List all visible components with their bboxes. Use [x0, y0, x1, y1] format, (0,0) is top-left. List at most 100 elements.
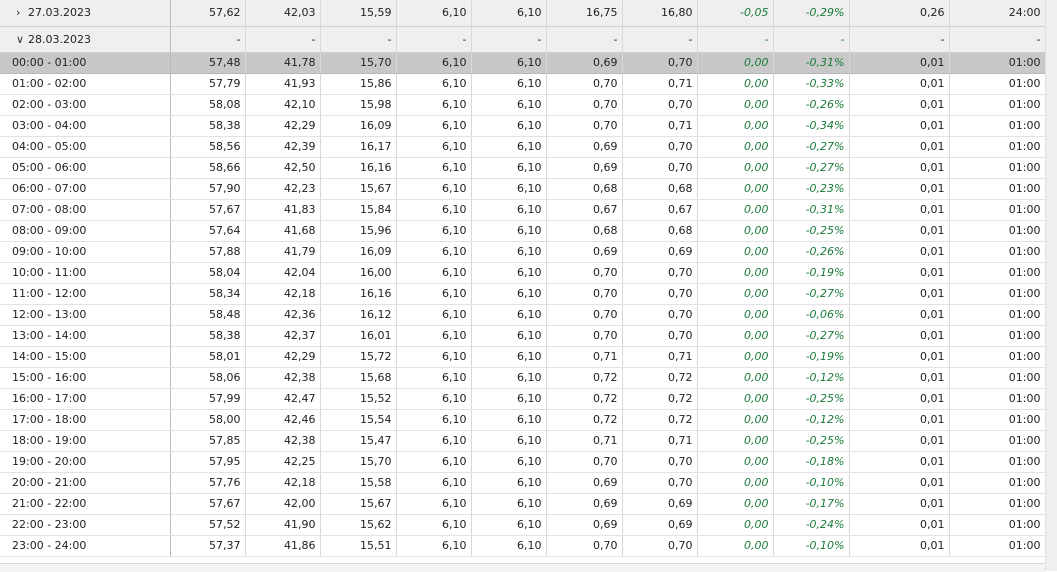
- table-row[interactable]: 21:00 - 22:00 57,67 42,00 15,67 6,10 6,10 0,69…: [0, 493, 1046, 515]
- table-row[interactable]: 03:00 - 04:00 58,38 42,29 16,09 6,10 6,10 0,70…: [0, 115, 1046, 137]
- date-group-row[interactable]: ∨ 28.03.2023- - - - - - - - - - -: [0, 26, 1046, 53]
- time-range-cell[interactable]: 22:00 - 23:00: [0, 514, 171, 536]
- value-cell: 0,71: [622, 73, 698, 95]
- table-row[interactable]: 17:00 - 18:00 58,00 42,46 15,54 6,10 6,10 0,72…: [0, 409, 1046, 431]
- row-label: 06:00 - 07:00: [12, 182, 87, 195]
- value-cell: -0,10%: [773, 472, 850, 494]
- value-cell: 0,70: [622, 52, 698, 74]
- value-cell: 15,96: [320, 220, 397, 242]
- time-range-cell[interactable]: 01:00 - 02:00: [0, 73, 171, 95]
- time-range-cell[interactable]: 11:00 - 12:00: [0, 283, 171, 305]
- table-row[interactable]: 14:00 - 15:00 58,01 42,29 15,72 6,10 6,10 0,71…: [0, 346, 1046, 368]
- time-range-cell[interactable]: 02:00 - 03:00: [0, 94, 171, 116]
- table-row[interactable]: 18:00 - 19:00 57,85 42,38 15,47 6,10 6,10 0,71…: [0, 430, 1046, 452]
- value-cell: 15,72: [320, 346, 397, 368]
- time-range-cell[interactable]: 18:00 - 19:00: [0, 430, 171, 452]
- value-cell: 01:00: [949, 388, 1046, 410]
- table-row[interactable]: 15:00 - 16:00 58,06 42,38 15,68 6,10 6,10 0,72…: [0, 367, 1046, 389]
- value-cell: 0,01: [849, 325, 950, 347]
- value-cell: 0,26: [849, 0, 950, 27]
- time-range-cell[interactable]: 13:00 - 14:00: [0, 325, 171, 347]
- time-range-cell[interactable]: 17:00 - 18:00: [0, 409, 171, 431]
- table-row[interactable]: 07:00 - 08:00 57,67 41,83 15,84 6,10 6,10 0,67…: [0, 199, 1046, 221]
- value-cell: 0,00: [697, 409, 774, 431]
- table-row[interactable]: 04:00 - 05:00 58,56 42,39 16,17 6,10 6,10 0,69…: [0, 136, 1046, 158]
- value-cell: 0,00: [697, 73, 774, 95]
- value-cell: -0,29%: [773, 0, 850, 27]
- value-cell: 6,10: [471, 325, 547, 347]
- table-row[interactable]: 00:00 - 01:00 57,48 41,78 15,70 6,10 6,10 0,69…: [0, 52, 1046, 74]
- table-row[interactable]: 08:00 - 09:00 57,64 41,68 15,96 6,10 6,10 0,68…: [0, 220, 1046, 242]
- value-cell: 6,10: [471, 157, 547, 179]
- value-cell: 0,00: [697, 136, 774, 158]
- table-row[interactable]: 22:00 - 23:00 57,52 41,90 15,62 6,10 6,10 0,69…: [0, 514, 1046, 536]
- value-cell: 0,68: [622, 220, 698, 242]
- table-row[interactable]: 05:00 - 06:00 58,66 42,50 16,16 6,10 6,10 0,69…: [0, 157, 1046, 179]
- value-cell: 0,00: [697, 52, 774, 74]
- time-range-cell[interactable]: 05:00 - 06:00: [0, 157, 171, 179]
- table-row[interactable]: 06:00 - 07:00 57,90 42,23 15,67 6,10 6,10 0,68…: [0, 178, 1046, 200]
- value-cell: 6,10: [396, 241, 472, 263]
- date-group-cell[interactable]: ∨ 28.03.2023: [0, 26, 171, 53]
- value-cell: 0,01: [849, 220, 950, 242]
- chevron-right-icon[interactable]: ›: [16, 6, 26, 19]
- value-cell: 16,00: [320, 262, 397, 284]
- time-range-cell[interactable]: 21:00 - 22:00: [0, 493, 171, 515]
- time-range-cell[interactable]: 15:00 - 16:00: [0, 367, 171, 389]
- value-cell: -0,06%: [773, 304, 850, 326]
- table-row[interactable]: 11:00 - 12:00 58,34 42,18 16,16 6,10 6,10 0,70…: [0, 283, 1046, 305]
- table-row[interactable]: 12:00 - 13:00 58,48 42,36 16,12 6,10 6,10 0,70…: [0, 304, 1046, 326]
- table-row[interactable]: 23:00 - 24:00 57,37 41,86 15,51 6,10 6,10 0,70…: [0, 535, 1046, 557]
- value-cell: 42,37: [245, 325, 321, 347]
- value-cell: 0,70: [622, 304, 698, 326]
- date-group-row[interactable]: › 27.03.2023 57,62 42,03 15,59 6,10 6,10 16,75 1…: [0, 0, 1046, 27]
- table-row[interactable]: 01:00 - 02:00 57,79 41,93 15,86 6,10 6,10 0,70…: [0, 73, 1046, 95]
- vertical-scrollbar[interactable]: [1045, 0, 1057, 571]
- chevron-down-icon[interactable]: ∨: [16, 33, 26, 46]
- value-cell: 0,70: [546, 94, 623, 116]
- value-cell: 6,10: [396, 178, 472, 200]
- value-cell: 6,10: [396, 409, 472, 431]
- value-cell: 0,68: [622, 178, 698, 200]
- row-label: 03:00 - 04:00: [12, 119, 87, 132]
- value-cell: 6,10: [396, 451, 472, 473]
- table-row[interactable]: 19:00 - 20:00 57,95 42,25 15,70 6,10 6,10 0,70…: [0, 451, 1046, 473]
- time-range-cell[interactable]: 10:00 - 11:00: [0, 262, 171, 284]
- time-range-cell[interactable]: 06:00 - 07:00: [0, 178, 171, 200]
- time-range-cell[interactable]: 03:00 - 04:00: [0, 115, 171, 137]
- time-range-cell[interactable]: 14:00 - 15:00: [0, 346, 171, 368]
- value-cell: 6,10: [396, 514, 472, 536]
- value-cell: 6,10: [471, 409, 547, 431]
- value-cell: -: [622, 26, 698, 53]
- value-cell: 0,00: [697, 283, 774, 305]
- table-row[interactable]: 02:00 - 03:00 58,08 42,10 15,98 6,10 6,10 0,70…: [0, 94, 1046, 116]
- time-range-cell[interactable]: 08:00 - 09:00: [0, 220, 171, 242]
- value-cell: 0,01: [849, 115, 950, 137]
- table-row[interactable]: 10:00 - 11:00 58,04 42,04 16,00 6,10 6,10 0,70…: [0, 262, 1046, 284]
- table-row[interactable]: 09:00 - 10:00 57,88 41,79 16,09 6,10 6,10 0,69…: [0, 241, 1046, 263]
- value-cell: 01:00: [949, 241, 1046, 263]
- time-range-cell[interactable]: 12:00 - 13:00: [0, 304, 171, 326]
- value-cell: 57,85: [170, 430, 246, 452]
- value-cell: 6,10: [471, 493, 547, 515]
- table-row[interactable]: 13:00 - 14:00 58,38 42,37 16,01 6,10 6,10 0,70…: [0, 325, 1046, 347]
- table-row[interactable]: 20:00 - 21:00 57,76 42,18 15,58 6,10 6,10 0,69…: [0, 472, 1046, 494]
- time-range-cell[interactable]: 09:00 - 10:00: [0, 241, 171, 263]
- time-range-cell[interactable]: 23:00 - 24:00: [0, 535, 171, 557]
- date-group-cell[interactable]: › 27.03.2023: [0, 0, 171, 27]
- time-range-cell[interactable]: 07:00 - 08:00: [0, 199, 171, 221]
- value-cell: -0,19%: [773, 262, 850, 284]
- time-range-cell[interactable]: 20:00 - 21:00: [0, 472, 171, 494]
- value-cell: 57,76: [170, 472, 246, 494]
- row-label: 10:00 - 11:00: [12, 266, 87, 279]
- row-label: 14:00 - 15:00: [12, 350, 87, 363]
- value-cell: 42,38: [245, 430, 321, 452]
- row-label: 07:00 - 08:00: [12, 203, 87, 216]
- value-cell: 0,72: [546, 367, 623, 389]
- value-cell: 57,79: [170, 73, 246, 95]
- time-range-cell[interactable]: 00:00 - 01:00: [0, 52, 171, 74]
- table-row[interactable]: 16:00 - 17:00 57,99 42,47 15,52 6,10 6,10 0,72…: [0, 388, 1046, 410]
- time-range-cell[interactable]: 04:00 - 05:00: [0, 136, 171, 158]
- time-range-cell[interactable]: 16:00 - 17:00: [0, 388, 171, 410]
- time-range-cell[interactable]: 19:00 - 20:00: [0, 451, 171, 473]
